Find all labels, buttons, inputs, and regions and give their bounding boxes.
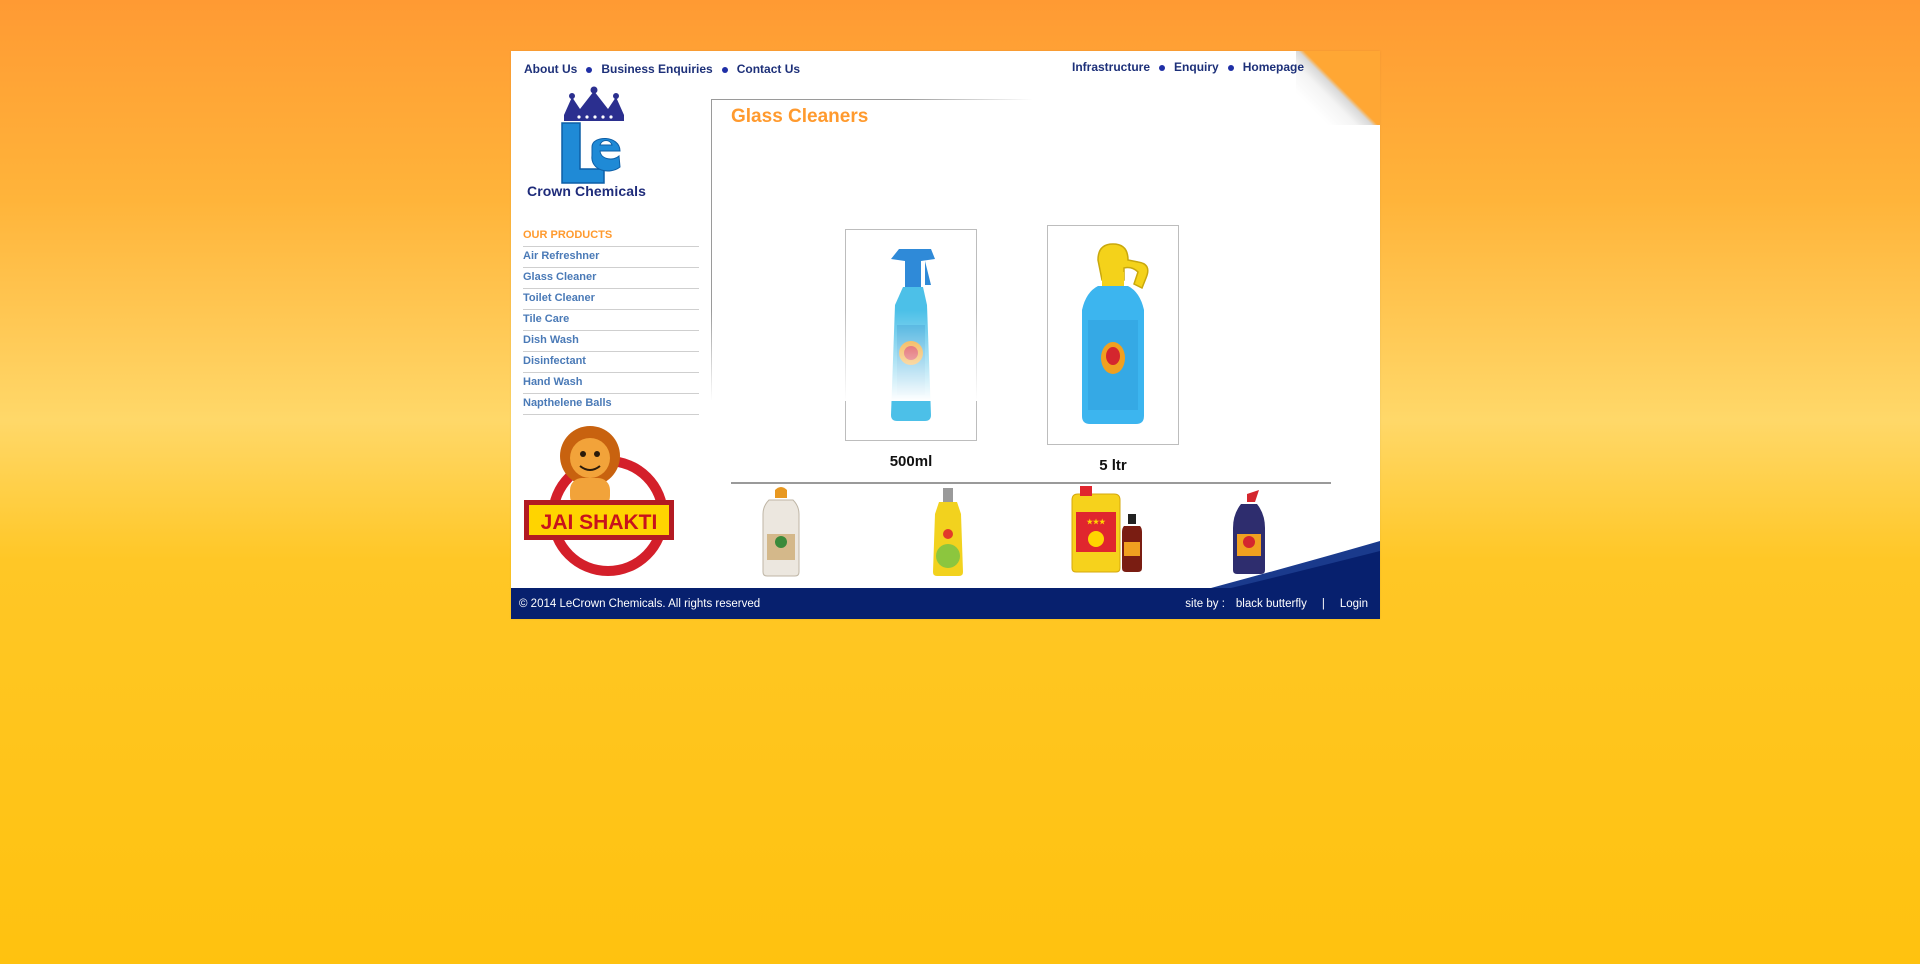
page-title: Glass Cleaners bbox=[731, 106, 869, 127]
category-glass-cleaner[interactable]: Glass Cleaner bbox=[523, 268, 699, 289]
nav-homepage[interactable]: Homepage bbox=[1243, 60, 1304, 74]
category-toilet-cleaner[interactable]: Toilet Cleaner bbox=[523, 289, 699, 310]
nav-bullet-icon bbox=[1227, 65, 1234, 71]
page-card: About Us Business Enquiries Contact Us I… bbox=[511, 51, 1380, 619]
site-by-label: site by : bbox=[1185, 598, 1225, 610]
product-card-5ltr[interactable]: 5 ltr bbox=[1047, 225, 1179, 474]
can-bottle-image bbox=[1082, 243, 1149, 424]
category-disinfectant[interactable]: Disinfectant bbox=[523, 352, 699, 373]
product-label: 5 ltr bbox=[1099, 457, 1127, 474]
nav-infrastructure[interactable]: Infrastructure bbox=[1072, 60, 1150, 74]
page-curl-decoration bbox=[1296, 51, 1380, 125]
spray-bottle-image bbox=[891, 249, 935, 421]
login-link[interactable]: Login bbox=[1340, 598, 1368, 610]
nav-contact-us[interactable]: Contact Us bbox=[737, 62, 800, 76]
nav-bullet-icon bbox=[1159, 65, 1166, 71]
nav-bullet-icon bbox=[586, 67, 593, 73]
category-tile-care[interactable]: Tile Care bbox=[523, 310, 699, 331]
logo-wordmark: Crown Chemicals bbox=[527, 183, 646, 199]
top-nav-left: About Us Business Enquiries Contact Us bbox=[524, 62, 800, 76]
products-heading: OUR PRODUCTS bbox=[523, 227, 699, 247]
category-napthelene-balls[interactable]: Napthelene Balls bbox=[523, 394, 699, 415]
product-card-500ml[interactable]: 500ml bbox=[845, 229, 977, 470]
product-sidebar: OUR PRODUCTS Air Refreshner Glass Cleane… bbox=[523, 227, 699, 415]
category-hand-wash[interactable]: Hand Wash bbox=[523, 373, 699, 394]
footer-links: site by : black butterfly | Login bbox=[1185, 598, 1368, 610]
product-image-frame[interactable] bbox=[845, 229, 977, 441]
jai-shakti-brand-text: JAI SHAKTI bbox=[541, 511, 658, 534]
category-dish-wash[interactable]: Dish Wash bbox=[523, 331, 699, 352]
site-by-link[interactable]: black butterfly bbox=[1236, 598, 1307, 610]
footer-bar: © 2014 LeCrown Chemicals. All rights res… bbox=[511, 588, 1380, 619]
footer-copyright: © 2014 LeCrown Chemicals. All rights res… bbox=[519, 598, 761, 610]
footer-swoosh-decoration bbox=[1211, 541, 1380, 588]
svg-text:★★★: ★★★ bbox=[1087, 518, 1107, 526]
nav-enquiry[interactable]: Enquiry bbox=[1174, 60, 1219, 74]
nav-business-enquiries[interactable]: Business Enquiries bbox=[601, 62, 712, 76]
nav-bullet-icon bbox=[721, 67, 728, 73]
product-image-frame[interactable] bbox=[1047, 225, 1179, 445]
nav-about-us[interactable]: About Us bbox=[524, 62, 577, 76]
category-air-refreshner[interactable]: Air Refreshner bbox=[523, 247, 699, 268]
product-label: 500ml bbox=[889, 453, 933, 470]
top-nav-right: Infrastructure Enquiry Homepage bbox=[1072, 60, 1304, 74]
